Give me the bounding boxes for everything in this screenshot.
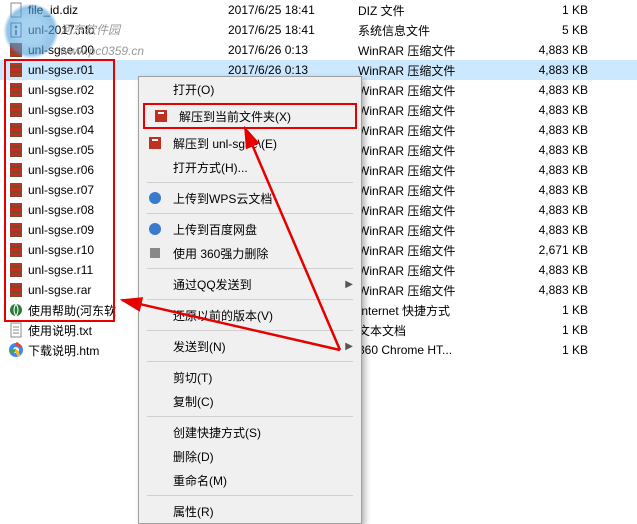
menu-cut[interactable]: 剪切(T): [139, 365, 361, 389]
file-type: Internet 快捷方式: [358, 302, 508, 319]
file-type: WinRAR 压缩文件: [358, 62, 508, 79]
file-size: 4,883 KB: [508, 43, 588, 57]
file-size: 1 KB: [508, 343, 588, 357]
file-type: 360 Chrome HT...: [358, 343, 508, 357]
file-name: unl-sgse.r00: [28, 43, 178, 57]
file-type: WinRAR 压缩文件: [358, 42, 508, 59]
menu-shortcut[interactable]: 创建快捷方式(S): [139, 420, 361, 444]
file-type: DIZ 文件: [358, 2, 508, 19]
menu-restore[interactable]: 还原以前的版本(V): [139, 303, 361, 327]
file-size: 4,883 KB: [508, 143, 588, 157]
file-type: WinRAR 压缩文件: [358, 182, 508, 199]
file-size: 4,883 KB: [508, 203, 588, 217]
menu-extract-here[interactable]: 解压到当前文件夹(X): [145, 105, 355, 127]
file-size: 4,883 KB: [508, 263, 588, 277]
file-type: 系统信息文件: [358, 22, 508, 39]
menu-open-with[interactable]: 打开方式(H)...: [139, 155, 361, 179]
file-type: WinRAR 压缩文件: [358, 282, 508, 299]
file-size: 1 KB: [508, 303, 588, 317]
file-type: WinRAR 压缩文件: [358, 162, 508, 179]
file-size: 4,883 KB: [508, 123, 588, 137]
file-size: 5 KB: [508, 23, 588, 37]
file-date: 2017/6/26 0:13: [178, 63, 358, 77]
file-type: WinRAR 压缩文件: [358, 142, 508, 159]
context-menu: 打开(O) 解压到当前文件夹(X) 解压到 unl-sgse\(E) 打开方式(…: [138, 76, 362, 524]
menu-delete[interactable]: 删除(D): [139, 444, 361, 468]
file-size: 4,883 KB: [508, 63, 588, 77]
file-date: 2017/6/26 0:13: [178, 43, 358, 57]
file-name: file_id.diz: [28, 3, 178, 17]
file-date: 2017/6/25 18:41: [178, 3, 358, 17]
file-name: unl-2017.nfo: [28, 23, 178, 37]
file-row[interactable]: unl-2017.nfo2017/6/25 18:41系统信息文件5 KB: [0, 20, 637, 40]
file-size: 4,883 KB: [508, 163, 588, 177]
file-row[interactable]: file_id.diz2017/6/25 18:41DIZ 文件1 KB: [0, 0, 637, 20]
menu-send-to[interactable]: 发送到(N)▶: [139, 334, 361, 358]
file-type: WinRAR 压缩文件: [358, 242, 508, 259]
file-type: WinRAR 压缩文件: [358, 122, 508, 139]
file-type: WinRAR 压缩文件: [358, 82, 508, 99]
file-date: 2017/6/25 18:41: [178, 23, 358, 37]
menu-extract-to[interactable]: 解压到 unl-sgse\(E): [139, 131, 361, 155]
menu-rename[interactable]: 重命名(M): [139, 468, 361, 492]
menu-360-delete[interactable]: 使用 360强力删除: [139, 241, 361, 265]
file-size: 4,883 KB: [508, 83, 588, 97]
menu-open[interactable]: 打开(O): [139, 77, 361, 101]
file-size: 2,671 KB: [508, 243, 588, 257]
file-size: 1 KB: [508, 3, 588, 17]
file-type: 文本文档: [358, 322, 508, 339]
file-size: 4,883 KB: [508, 223, 588, 237]
file-name: unl-sgse.r01: [28, 63, 178, 77]
file-size: 1 KB: [508, 323, 588, 337]
submenu-arrow-icon: ▶: [345, 279, 353, 290]
menu-qq-send[interactable]: 通过QQ发送到▶: [139, 272, 361, 296]
file-row[interactable]: unl-sgse.r002017/6/26 0:13WinRAR 压缩文件4,8…: [0, 40, 637, 60]
submenu-arrow-icon: ▶: [345, 341, 353, 352]
file-size: 4,883 KB: [508, 283, 588, 297]
menu-properties[interactable]: 属性(R): [139, 499, 361, 523]
menu-wps-upload[interactable]: 上传到WPS云文档: [139, 186, 361, 210]
menu-copy[interactable]: 复制(C): [139, 389, 361, 413]
file-size: 4,883 KB: [508, 183, 588, 197]
file-type: WinRAR 压缩文件: [358, 202, 508, 219]
file-type: WinRAR 压缩文件: [358, 102, 508, 119]
menu-baidu-upload[interactable]: 上传到百度网盘: [139, 217, 361, 241]
file-type: WinRAR 压缩文件: [358, 222, 508, 239]
file-size: 4,883 KB: [508, 103, 588, 117]
file-type: WinRAR 压缩文件: [358, 262, 508, 279]
